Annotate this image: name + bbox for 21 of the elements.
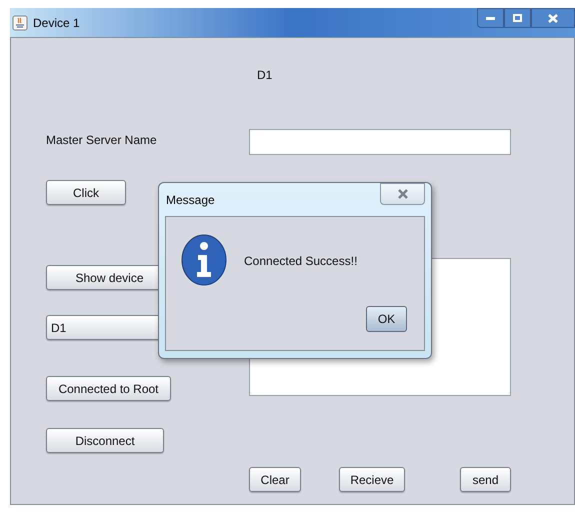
minimize-button[interactable] bbox=[477, 8, 504, 28]
master-server-label: Master Server Name bbox=[46, 132, 157, 149]
receive-button[interactable]: Recieve bbox=[339, 467, 405, 492]
clear-button[interactable]: Clear bbox=[249, 467, 301, 492]
maximize-button[interactable] bbox=[504, 8, 531, 28]
click-button[interactable]: Click bbox=[46, 180, 126, 205]
window-title: Device 1 bbox=[33, 14, 80, 32]
close-button[interactable] bbox=[531, 8, 575, 28]
app-icon bbox=[12, 14, 28, 30]
info-icon bbox=[181, 234, 227, 286]
close-icon bbox=[396, 189, 408, 199]
close-button[interactable] bbox=[380, 183, 425, 205]
send-button[interactable]: send bbox=[460, 467, 511, 492]
device-name-label: D1 bbox=[257, 67, 272, 84]
disconnect-button[interactable]: Disconnect bbox=[46, 428, 164, 453]
ok-button[interactable]: OK bbox=[366, 306, 407, 332]
master-server-field[interactable] bbox=[249, 129, 511, 155]
dialog-message: Connected Success!! bbox=[244, 253, 358, 270]
connect-root-button[interactable]: Connected to Root bbox=[46, 376, 171, 401]
close-icon bbox=[548, 14, 558, 22]
dialog-title: Message bbox=[166, 192, 215, 208]
